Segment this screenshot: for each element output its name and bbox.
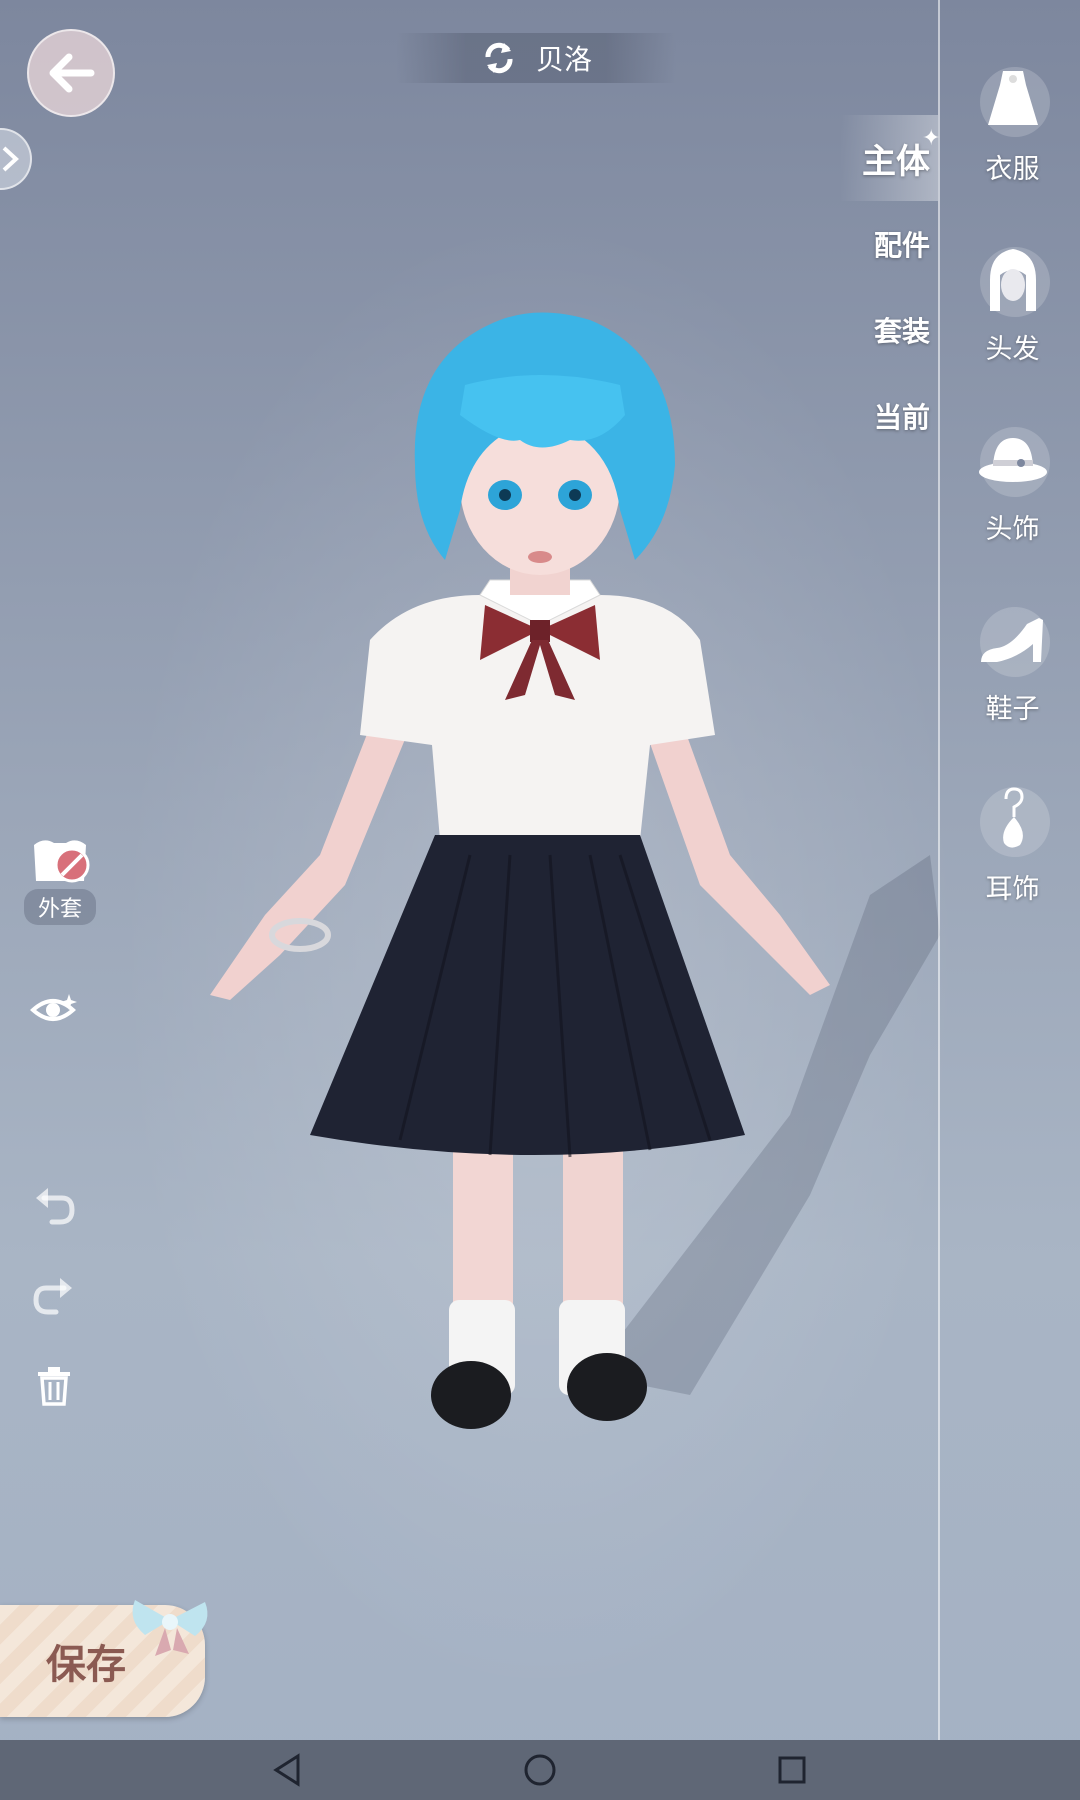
sidebar-item-hair[interactable]: 头发: [945, 235, 1080, 415]
hat-icon: [978, 438, 1047, 482]
toggle-coat-button[interactable]: 外套: [20, 835, 100, 925]
dress-icon: [987, 71, 1038, 125]
nav-home-icon[interactable]: [522, 1752, 558, 1788]
hair-icon: [989, 249, 1036, 311]
bow-decoration-icon: [132, 1600, 208, 1656]
save-label: 保存: [46, 1641, 126, 1688]
eye-icon: [30, 994, 77, 1021]
coat-hidden-icon: [34, 840, 90, 883]
sidebar-item-shoes[interactable]: 鞋子: [945, 595, 1080, 775]
coat-label: 外套: [23, 889, 96, 925]
sidebar-item-label: 鞋子: [985, 694, 1040, 725]
sidebar-item-clothes[interactable]: 衣服: [945, 55, 1080, 235]
undo-button[interactable]: [28, 1180, 80, 1232]
sidebar-item-label: 耳饰: [985, 874, 1040, 905]
nav-recents-icon[interactable]: [774, 1752, 810, 1788]
trash-icon: [38, 1367, 70, 1406]
tab-current[interactable]: 当前: [840, 373, 938, 459]
sidebar-divider: [938, 0, 940, 1740]
character-name: 贝洛: [535, 43, 592, 76]
tab-accessories[interactable]: 配件: [840, 201, 938, 287]
nav-back-icon[interactable]: [270, 1752, 306, 1788]
redo-icon: [33, 1278, 72, 1315]
system-navigation-bar: [0, 1740, 1080, 1800]
back-button[interactable]: [27, 29, 115, 117]
sparkle-icon: ✦: [922, 126, 941, 151]
earring-icon: [1002, 787, 1024, 848]
sidebar-item-headwear[interactable]: 头饰: [945, 415, 1080, 595]
sidebar: 衣服 头发 头饰 鞋子 耳饰: [945, 55, 1080, 955]
sidebar-item-earrings[interactable]: 耳饰: [945, 775, 1080, 955]
swap-icon: [485, 42, 513, 74]
sidebar-item-label: 头饰: [985, 514, 1040, 545]
tab-outfits[interactable]: 套装: [840, 287, 938, 373]
avatar-character: [210, 312, 940, 1429]
category-tabs: 主体 配件 套装 当前: [840, 115, 938, 459]
chevron-right-icon: [2, 146, 19, 172]
sidebar-item-label: 衣服: [985, 154, 1040, 185]
visibility-toggle-button[interactable]: [28, 982, 80, 1034]
character-name-bar[interactable]: 贝洛: [396, 33, 676, 83]
redo-button[interactable]: [28, 1270, 80, 1322]
arrow-left-icon: [49, 53, 95, 93]
delete-button[interactable]: [28, 1360, 80, 1412]
sidebar-item-label: 头发: [985, 334, 1040, 365]
shoe-icon: [980, 618, 1043, 662]
undo-icon: [36, 1188, 75, 1225]
